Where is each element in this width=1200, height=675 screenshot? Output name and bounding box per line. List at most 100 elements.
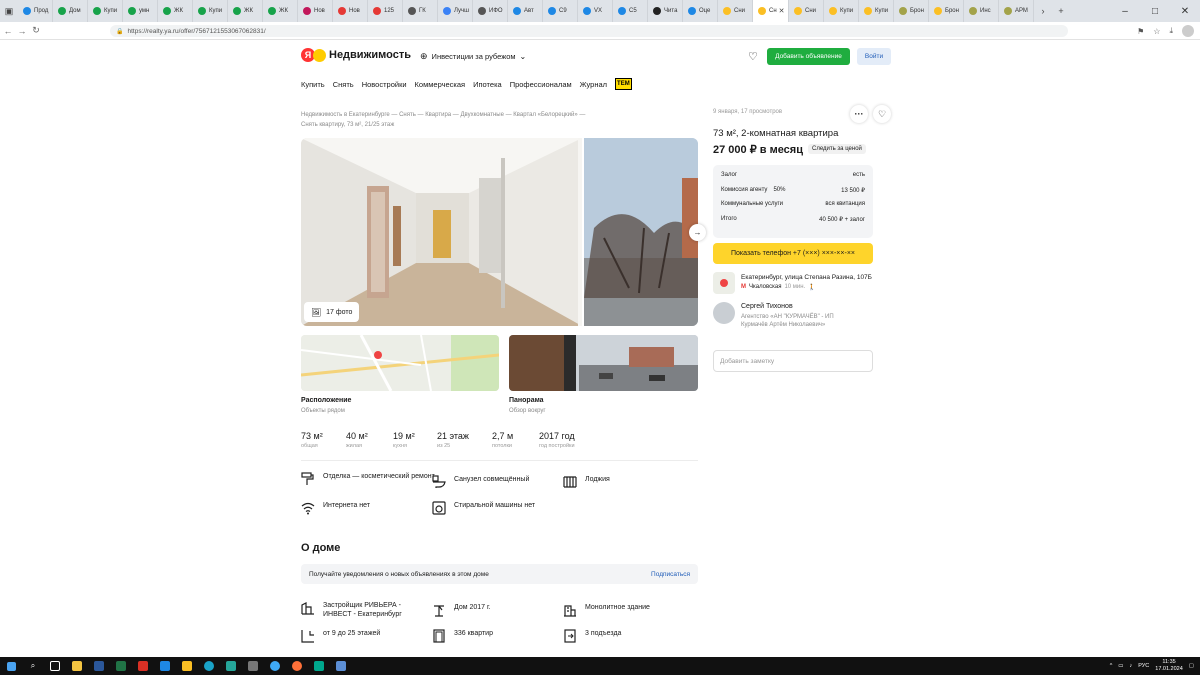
language-indicator[interactable]: РУС [1138, 663, 1149, 669]
app-icon-teal[interactable] [220, 657, 242, 675]
app-icon-gray[interactable] [242, 657, 264, 675]
volume-icon[interactable]: ♪ [1130, 663, 1133, 669]
agent-company[interactable]: Агентство «АН "КУРМАЧЁВ" - ИП Курмачёв А… [741, 313, 853, 329]
nav-item-professionals[interactable]: Профессионалам [510, 80, 572, 89]
metro-name[interactable]: Чкаловская [749, 284, 781, 291]
browser-tab[interactable]: АРМ [999, 0, 1034, 22]
browser-tab[interactable]: Авт [508, 0, 543, 22]
excel-icon[interactable] [110, 657, 132, 675]
nav-item-journal[interactable]: Журнал [580, 80, 607, 89]
show-phone-button[interactable]: Показать телефон +7 (×××) ×××-××-×× [713, 243, 873, 264]
close-window-icon[interactable]: ✕ [1170, 0, 1200, 22]
app-icon-globe[interactable] [264, 657, 286, 675]
browser-tab[interactable]: ИФО [473, 0, 508, 22]
invest-dropdown[interactable]: ⊕ Инвестиции за рубежом ⌄ [420, 51, 526, 62]
minimize-icon[interactable]: – [1110, 0, 1140, 22]
downloads-icon[interactable]: ⤓ [1169, 26, 1173, 36]
notifications-icon[interactable]: ▢ [1189, 663, 1194, 669]
calculator-icon[interactable] [330, 657, 352, 675]
account-icon[interactable] [1182, 25, 1194, 37]
add-note-field[interactable]: Добавить заметку [713, 350, 873, 372]
developer-label[interactable]: Застройщик РИВЬЕРА - ИНВЕСТ - Екатеринбу… [323, 601, 421, 619]
browser-tab[interactable]: Нов [298, 0, 333, 22]
favorite-heart-icon[interactable]: ♡ [873, 105, 891, 123]
browser-tab[interactable]: Купи [824, 0, 859, 22]
browser-tab[interactable]: Купи [193, 0, 228, 22]
app-icon-blue[interactable] [154, 657, 176, 675]
browser-tab[interactable]: Оце [683, 0, 718, 22]
favorites-icon[interactable]: ☆ [1153, 27, 1160, 36]
browser-tab[interactable]: 125 [368, 0, 403, 22]
add-listing-button[interactable]: Добавить объявление [767, 48, 850, 65]
browser-tab[interactable]: Инс [964, 0, 999, 22]
window-view-photo[interactable] [584, 138, 698, 326]
task-view-icon[interactable] [44, 657, 66, 675]
nav-item-new-buildings[interactable]: Новостройки [362, 80, 407, 89]
more-options-icon[interactable]: ··· [850, 105, 868, 123]
panorama-title[interactable]: Панорама [509, 397, 544, 404]
browser-tab[interactable]: ГК [403, 0, 438, 22]
breadcrumb[interactable]: Недвижимость в Екатеринбурге — Снять — К… [301, 110, 631, 130]
browser-tab[interactable]: Брон [929, 0, 964, 22]
clock[interactable]: 11:35 17.01.2024 [1155, 659, 1183, 673]
file-explorer-icon[interactable] [66, 657, 88, 675]
favorites-heart-icon[interactable]: ♡ [748, 50, 758, 63]
url-field[interactable]: 🔒 https://realty.ya.ru/offer/75671215530… [110, 25, 1068, 37]
tem-badge[interactable]: ТЕМ [615, 78, 632, 90]
browser-tab[interactable]: Купи [859, 0, 894, 22]
browser-tab[interactable]: Читa [648, 0, 683, 22]
kaspersky-icon[interactable] [308, 657, 330, 675]
address-text[interactable]: Екатеринбург, улица Степана Разина, 107Б [741, 274, 872, 281]
close-tab-icon[interactable]: ✕ [779, 7, 785, 15]
browser-tab[interactable]: ЖК [158, 0, 193, 22]
nav-item-mortgage[interactable]: Ипотека [473, 80, 502, 89]
browser-tab[interactable]: умн [123, 0, 158, 22]
browser-tab[interactable]: VX [578, 0, 613, 22]
photo-count-badge[interactable]: 🖼 17 фото [304, 302, 360, 322]
browser-tab[interactable]: ЖК [263, 0, 298, 22]
browser-tab[interactable]: Брон [894, 0, 929, 22]
browser-tab[interactable]: Лучш [438, 0, 473, 22]
browser-tab[interactable]: Сни [718, 0, 753, 22]
edge-icon[interactable] [198, 657, 220, 675]
follow-price-button[interactable]: Следить за ценой [808, 144, 866, 154]
acrobat-icon[interactable] [132, 657, 154, 675]
browser-tab[interactable]: С5 [613, 0, 648, 22]
nav-item-commercial[interactable]: Коммерческая [415, 80, 466, 89]
avatar[interactable] [713, 302, 735, 324]
search-icon[interactable]: ⌕ [22, 657, 44, 675]
forward-icon[interactable]: → [16, 22, 28, 40]
start-icon[interactable] [0, 657, 22, 675]
map-pin-icon[interactable] [713, 272, 735, 294]
reload-icon[interactable]: ↻ [30, 22, 42, 40]
back-icon[interactable]: ← [2, 22, 14, 40]
location-map-thumbnail[interactable] [301, 335, 499, 391]
nav-item-buy[interactable]: Купить [301, 80, 325, 89]
bookmark-icon[interactable]: ⚑ [1137, 27, 1144, 36]
next-photo-arrow-icon[interactable]: → [689, 224, 706, 241]
panorama-thumbnail[interactable] [509, 335, 698, 391]
browser-tab[interactable]: Сн ✕ [753, 0, 789, 22]
new-tab-icon[interactable]: + [1052, 0, 1070, 22]
browser-tab[interactable]: Купи [88, 0, 123, 22]
firefox-icon[interactable] [286, 657, 308, 675]
tray-chevron-icon[interactable]: ^ [1110, 663, 1113, 669]
corridor-photo[interactable] [301, 138, 582, 326]
photo-gallery[interactable] [301, 138, 698, 326]
agent-name[interactable]: Сергей Тихонов [741, 303, 793, 310]
browser-tab[interactable]: ЖК [228, 0, 263, 22]
browser-tab[interactable]: Сни [789, 0, 824, 22]
browser-tab[interactable]: Нов [333, 0, 368, 22]
tab-actions-icon[interactable]: ▣ [0, 0, 18, 22]
word-icon[interactable] [88, 657, 110, 675]
network-icon[interactable]: ▭ [1118, 663, 1123, 669]
browser-tab[interactable]: Прод [18, 0, 53, 22]
nav-item-rent[interactable]: Снять [333, 80, 354, 89]
login-button[interactable]: Войти [857, 48, 891, 65]
subscribe-link[interactable]: Подписаться [651, 571, 690, 578]
breadcrumb-line-1[interactable]: Недвижимость в Екатеринбурге — Снять — К… [301, 110, 631, 120]
app-icon-yellow[interactable] [176, 657, 198, 675]
site-logo[interactable]: Я Недвижимость [301, 48, 411, 62]
tab-scroll-right-icon[interactable]: › [1034, 0, 1052, 22]
location-title[interactable]: Расположение [301, 397, 351, 404]
